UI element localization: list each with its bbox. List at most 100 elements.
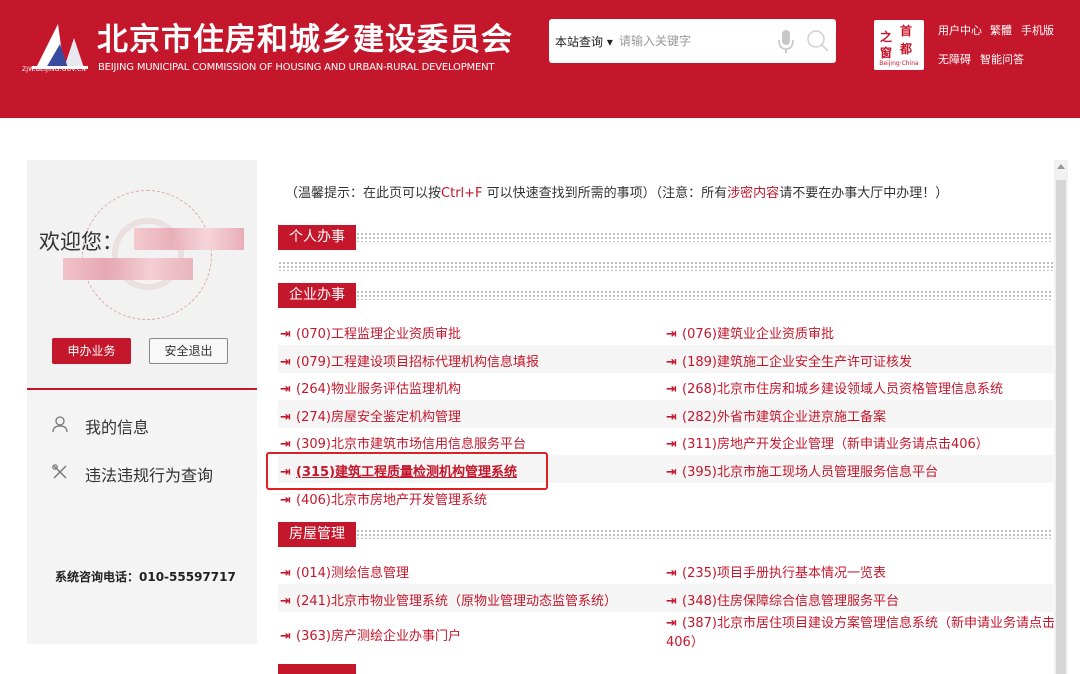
service-link[interactable]: ⇥ (274)房屋安全鉴定机构管理 [280, 406, 461, 425]
service-link[interactable]: ⇥ (235)项目手册执行基本情况一览表 [666, 562, 886, 581]
service-link[interactable]: ⇥ (406)北京市房地产开发管理系统 [280, 489, 487, 508]
login-arrow-icon: ⇥ [280, 629, 291, 645]
service-link-label: (274)房屋安全鉴定机构管理 [296, 409, 461, 425]
service-link-label: (282)外省市建筑企业进京施工备案 [682, 409, 886, 425]
service-link[interactable]: ⇥ (070)工程监理企业资质审批 [280, 323, 461, 342]
dotted-divider [278, 261, 1053, 271]
table-row: ⇥ (014)测绘信息管理 ⇥ (235)项目手册执行基本情况一览表 [278, 556, 1053, 584]
site-subtitle: BEIJING MUNICIPAL COMMISSION OF HOUSING … [98, 62, 495, 73]
service-link-label: (406)北京市房地产开发管理系统 [296, 492, 487, 508]
scroll-up-icon[interactable] [1057, 164, 1065, 169]
section-title-enterprise: 企业办事 [278, 283, 356, 308]
apply-business-button[interactable]: 申办业务 [52, 338, 131, 364]
page-scrollbar[interactable] [1054, 160, 1068, 674]
scrollbar-thumb[interactable] [1056, 180, 1066, 674]
site-url: ZJW.BEIJING.GOV.CN [22, 66, 87, 73]
search-icon[interactable] [806, 29, 830, 53]
site-title[interactable]: 北京市住房和城乡建设委员会 [97, 14, 513, 59]
user-card: 欢迎您： 申办业务 安全退出 [27, 160, 257, 390]
welcome-text: 欢迎您： [39, 230, 123, 254]
service-link-label: (241)北京市物业管理系统（原物业管理动态监管系统） [296, 593, 617, 609]
traditional-chinese-link[interactable]: 繁體 [990, 22, 1012, 38]
sidebar-item-my-info[interactable]: 我的信息 [51, 414, 149, 438]
dotted-divider [356, 232, 1053, 242]
highlight-annotation [266, 452, 548, 490]
service-link-label: (268)北京市住房和城乡建设领域人员资格管理信息系统 [682, 382, 1003, 398]
redacted-company [63, 258, 193, 280]
chevron-down-icon: ▾ [606, 35, 613, 49]
commission-logo-icon[interactable] [28, 18, 90, 70]
smart-qa-link[interactable]: 智能问答 [980, 51, 1024, 67]
login-arrow-icon: ⇥ [280, 437, 291, 453]
section-title-housing: 房屋管理 [278, 522, 356, 547]
login-arrow-icon: ⇥ [280, 566, 291, 581]
service-link[interactable]: ⇥ (189)建筑施工企业安全生产许可证核发 [666, 351, 912, 370]
service-link-label: (014)测绘信息管理 [296, 566, 409, 581]
service-link-label: (311)房地产开发企业管理（新申请业务请点击406） [682, 437, 989, 453]
service-link[interactable]: ⇥ (076)建筑业企业资质审批 [666, 323, 834, 342]
login-arrow-icon: ⇥ [666, 465, 677, 480]
login-arrow-icon: ⇥ [666, 382, 677, 398]
service-link[interactable]: ⇥ (079)工程建设项目招标代理机构信息填报 [280, 351, 539, 370]
section-enterprise: 企业办事 [278, 283, 1053, 308]
service-link-label: (189)建筑施工企业安全生产许可证核发 [682, 354, 912, 370]
login-arrow-icon: ⇥ [666, 593, 677, 609]
service-link[interactable]: ⇥ (311)房地产开发企业管理（新申请业务请点击406） [666, 433, 989, 452]
service-link[interactable]: ⇥ (348)住房保障综合信息管理服务平台 [666, 590, 899, 609]
login-arrow-icon: ⇥ [666, 616, 677, 632]
service-link-label: (363)房产测绘企业办事门户 [296, 629, 461, 645]
login-arrow-icon: ⇥ [280, 327, 291, 342]
user-sidebar: 欢迎您： 申办业务 安全退出 我的信息 违法违规行为查询 系统咨询电话：010-… [27, 160, 257, 644]
login-arrow-icon: ⇥ [666, 409, 677, 425]
service-link[interactable]: ⇥ (395)北京市施工现场人员管理服务信息平台 [666, 461, 938, 480]
sidebar-item-violation-query[interactable]: 违法违规行为查询 [51, 462, 213, 486]
site-header: ZJW.BEIJING.GOV.CN 北京市住房和城乡建设委员会 BEIJING… [0, 0, 1080, 118]
logout-button[interactable]: 安全退出 [149, 338, 228, 364]
service-link-label: (348)住房保障综合信息管理服务平台 [682, 593, 899, 609]
service-link-label: (264)物业服务评估监理机构 [296, 382, 461, 398]
dotted-divider [356, 529, 1053, 539]
login-arrow-icon: ⇥ [666, 437, 677, 453]
service-link-label: (079)工程建设项目招标代理机构信息填报 [296, 354, 539, 370]
service-link[interactable]: ⇥ (268)北京市住房和城乡建设领域人员资格管理信息系统 [666, 378, 1003, 397]
login-arrow-icon: ⇥ [280, 409, 291, 425]
section-housing: 房屋管理 [278, 522, 1053, 547]
service-link-label: (395)北京市施工现场人员管理服务信息平台 [682, 465, 938, 480]
microphone-icon[interactable] [778, 29, 794, 55]
user-center-link[interactable]: 用户中心 [938, 22, 982, 38]
service-link[interactable]: ⇥ (241)北京市物业管理系统（原物业管理动态监管系统） [280, 590, 617, 609]
service-link-label: (070)工程监理企业资质审批 [296, 327, 461, 342]
dotted-divider [356, 290, 1053, 300]
mobile-version-link[interactable]: 手机版 [1021, 22, 1054, 38]
service-link[interactable]: ⇥ (014)测绘信息管理 [280, 562, 409, 581]
login-arrow-icon: ⇥ [280, 492, 291, 508]
user-icon [51, 415, 73, 437]
next-section-header [278, 664, 356, 674]
search-input[interactable] [619, 30, 769, 52]
login-arrow-icon: ⇥ [280, 354, 291, 370]
service-link[interactable]: ⇥ (264)物业服务评估监理机构 [280, 378, 461, 397]
login-arrow-icon: ⇥ [666, 566, 677, 581]
login-arrow-icon: ⇥ [666, 327, 677, 342]
tip-banner: （温馨提示：在此页可以按Ctrl+F 可以快速查找到所需的事项）（注意：所有涉密… [285, 186, 949, 201]
service-link-label: (076)建筑业企业资质审批 [682, 327, 834, 342]
table-row: ⇥ (363)房产测绘企业办事门户 ⇥ (387)北京市居住项目建设方案管理信息系统（… [278, 611, 1056, 655]
section-title-personal: 个人办事 [278, 225, 356, 250]
table-row: ⇥ (070)工程监理企业资质审批 ⇥ (076)建筑业企业资质审批 [278, 317, 1053, 345]
login-arrow-icon: ⇥ [280, 593, 291, 609]
table-row: ⇥ (241)北京市物业管理系统（原物业管理动态监管系统） ⇥ (348)住房保障综合… [278, 583, 1053, 612]
table-row: ⇥ (274)房屋安全鉴定机构管理 ⇥ (282)外省市建筑企业进京施工备案 [278, 399, 1053, 428]
accessibility-link[interactable]: 无障碍 [938, 51, 971, 67]
search-scope-select[interactable]: 本站查询 ▾ [555, 33, 613, 50]
service-link[interactable]: ⇥ (363)房产测绘企业办事门户 [280, 625, 461, 644]
table-row: ⇥ (079)工程建设项目招标代理机构信息填报 ⇥ (189)建筑施工企业安全生产许可… [278, 344, 1053, 373]
service-link[interactable]: ⇥ (282)外省市建筑企业进京施工备案 [666, 406, 886, 425]
table-row: ⇥ (264)物业服务评估监理机构 ⇥ (268)北京市住房和城乡建设领域人员资格管理… [278, 372, 1053, 400]
tools-icon [51, 463, 73, 485]
redacted-username [134, 228, 244, 250]
login-arrow-icon: ⇥ [666, 354, 677, 370]
service-link[interactable]: ⇥ (309)北京市建筑市场信用信息服务平台 [280, 433, 526, 452]
capital-window-logo[interactable]: 首 都 之 窗 Beijing·China [874, 20, 924, 70]
login-arrow-icon: ⇥ [280, 382, 291, 398]
service-link[interactable]: ⇥ (387)北京市居住项目建设方案管理信息系统（新申请业务请点击406） [666, 614, 1056, 652]
